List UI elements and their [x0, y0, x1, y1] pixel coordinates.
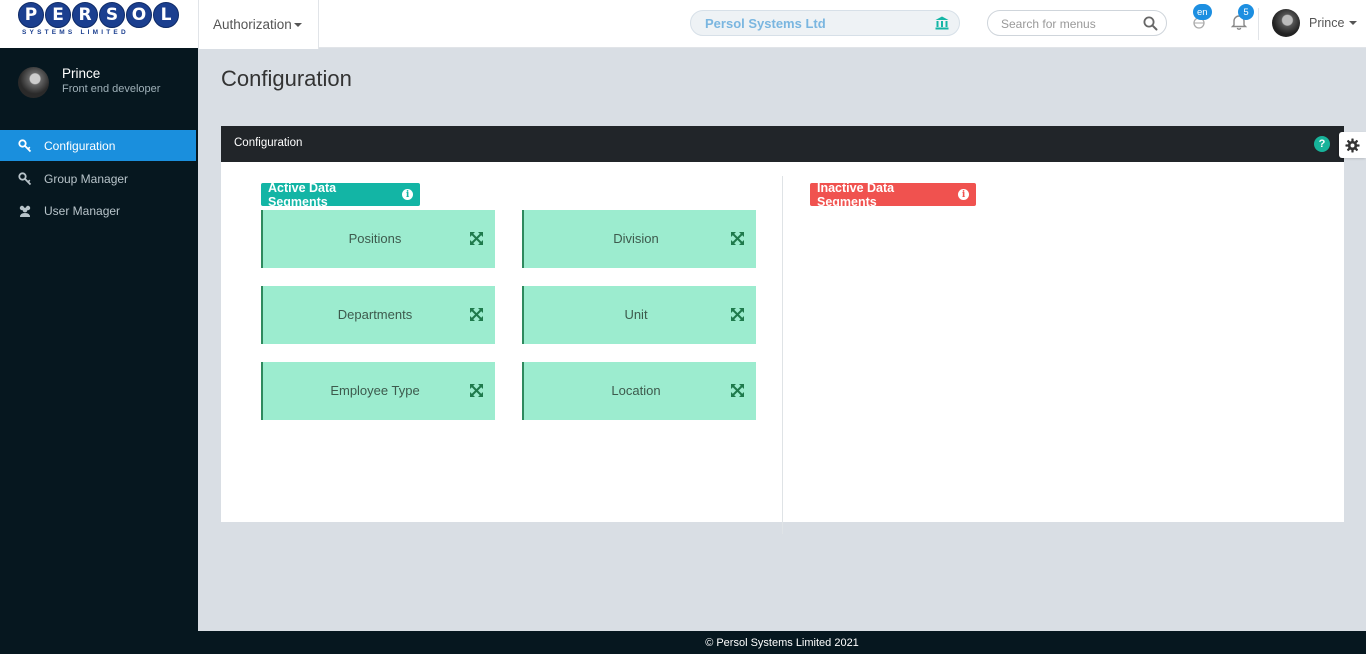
expand-icon[interactable] — [731, 232, 744, 245]
footer: © Persol Systems Limited 2021 — [198, 631, 1366, 654]
expand-icon[interactable] — [731, 308, 744, 321]
search-icon[interactable] — [1143, 16, 1158, 31]
inactive-segments-title: Inactive Data Segments — [817, 180, 895, 209]
panel-header: Configuration ? — [221, 126, 1344, 162]
sidebar-item-configuration[interactable]: Configuration — [0, 130, 196, 161]
module-dropdown-label: Authorization — [213, 17, 292, 32]
logo-letter: R — [72, 2, 98, 28]
search-input[interactable] — [1001, 15, 1141, 33]
segment-card-label: Unit — [624, 307, 648, 322]
key-icon — [18, 171, 32, 185]
chevron-down-icon — [293, 22, 302, 27]
segment-card-positions[interactable]: Positions — [261, 210, 495, 268]
persol-logo[interactable]: P E R S O L SYSTEMS LIMITED — [0, 0, 198, 48]
menu-search[interactable] — [987, 10, 1167, 36]
module-dropdown[interactable]: Authorization — [198, 0, 319, 49]
notifications[interactable]: 5 — [1230, 4, 1254, 31]
segment-card-division[interactable]: Division — [522, 210, 756, 268]
sidebar-item-user-manager[interactable]: User Manager — [0, 195, 196, 226]
info-icon[interactable]: i — [958, 189, 969, 200]
user-menu[interactable]: Prince — [1272, 8, 1358, 38]
sidebar-item-label: Group Manager — [44, 171, 129, 186]
expand-icon[interactable] — [470, 308, 483, 321]
avatar — [18, 67, 49, 98]
logo-letter: S — [99, 2, 125, 28]
segment-card-label: Departments — [337, 307, 413, 322]
segment-card-unit[interactable]: Unit — [522, 286, 756, 344]
segment-card-location[interactable]: Location — [522, 362, 756, 420]
logo-letter: P — [18, 2, 44, 28]
segment-card-label: Location — [611, 383, 661, 398]
logo-letter: O — [126, 2, 152, 28]
bank-icon — [935, 16, 949, 30]
segment-card-departments[interactable]: Departments — [261, 286, 495, 344]
profile-name: Prince — [62, 66, 101, 81]
logo-letter: L — [153, 2, 179, 28]
settings-toggle[interactable] — [1339, 132, 1366, 158]
sidebar-item-label: User Manager — [44, 203, 121, 218]
gear-icon — [1345, 137, 1360, 153]
divider — [1258, 8, 1259, 40]
segments-divider — [782, 176, 783, 534]
active-segments-label: Active Data Segments i — [261, 180, 420, 209]
company-selector[interactable]: Persol Systems Ltd — [690, 10, 960, 36]
avatar — [1272, 9, 1300, 37]
notification-count-badge: 5 — [1238, 4, 1254, 20]
inactive-segments-label: Inactive Data Segments i — [810, 180, 976, 209]
footer-copyright: © Persol Systems Limited 2021 — [705, 636, 859, 649]
info-icon[interactable]: i — [402, 189, 413, 200]
page-title: Configuration — [221, 66, 352, 91]
key-icon — [18, 138, 32, 152]
language-badge: en — [1193, 4, 1212, 20]
expand-icon[interactable] — [470, 384, 483, 397]
help-icon[interactable]: ? — [1314, 136, 1330, 152]
active-segments-title: Active Data Segments — [268, 180, 337, 209]
segment-card-label: Division — [613, 231, 659, 246]
sidebar-profile: Prince Front end developer — [18, 66, 188, 100]
segment-card-employee-type[interactable]: Employee Type — [261, 362, 495, 420]
segment-card-label: Positions — [348, 231, 402, 246]
profile-role: Front end developer — [62, 83, 161, 95]
logo-letter: E — [45, 2, 71, 28]
expand-icon[interactable] — [731, 384, 744, 397]
top-bar: P E R S O L SYSTEMS LIMITED Authorizatio… — [0, 0, 1366, 49]
expand-icon[interactable] — [470, 232, 483, 245]
sidebar: Prince Front end developer Configuration… — [0, 48, 198, 654]
segment-card-label: Employee Type — [330, 383, 420, 398]
sidebar-item-group-manager[interactable]: Group Manager — [0, 163, 196, 194]
chevron-down-icon — [1349, 21, 1358, 25]
panel-title: Configuration — [234, 137, 303, 149]
users-icon — [19, 205, 31, 217]
logo-letters: P E R S O L — [18, 2, 179, 28]
language-switcher[interactable]: en — [1190, 4, 1212, 32]
user-name: Prince — [1309, 16, 1345, 30]
logo-subtitle: SYSTEMS LIMITED — [22, 29, 129, 36]
company-name: Persol Systems Ltd — [705, 16, 826, 31]
sidebar-item-label: Configuration — [44, 138, 116, 153]
